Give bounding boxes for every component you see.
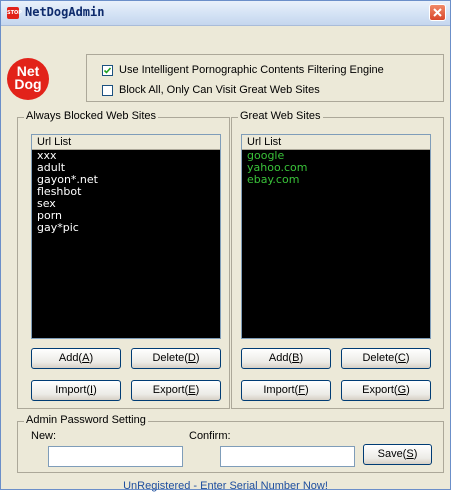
blocked-list-header[interactable]: Url List <box>32 135 220 150</box>
netdog-logo: Net Dog <box>7 58 49 100</box>
save-button[interactable]: Save(S) <box>363 444 432 465</box>
blocked-sites-title: Always Blocked Web Sites <box>24 110 159 122</box>
filter-engine-label: Use Intelligent Pornographic Contents Fi… <box>119 64 384 76</box>
options-box: Use Intelligent Pornographic Contents Fi… <box>86 54 444 102</box>
great-delete-button[interactable]: Delete(C) <box>341 348 431 369</box>
filter-engine-option[interactable]: Use Intelligent Pornographic Contents Fi… <box>102 63 384 77</box>
great-url-list[interactable]: Url List google yahoo.com ebay.com <box>241 134 431 339</box>
close-button[interactable] <box>429 4 446 21</box>
netdog-admin-window: STOP NetDogAdmin Net Dog Use Intelligent… <box>0 0 451 492</box>
confirm-password-field[interactable] <box>220 446 355 467</box>
registration-status-link[interactable]: UnRegistered - Enter Serial Number Now! <box>1 480 450 492</box>
blocked-import-button[interactable]: Import(I) <box>31 380 121 401</box>
confirm-password-label: Confirm: <box>189 430 231 442</box>
block-all-checkbox[interactable] <box>102 84 113 96</box>
filter-engine-checkbox[interactable] <box>102 64 113 76</box>
blocked-export-button[interactable]: Export(E) <box>131 380 221 401</box>
checkmark-icon <box>103 66 112 74</box>
great-export-button[interactable]: Export(G) <box>341 380 431 401</box>
url-list-item[interactable]: fleshbot <box>32 186 220 198</box>
great-list-header[interactable]: Url List <box>242 135 430 150</box>
title-bar[interactable]: STOP NetDogAdmin <box>1 1 450 26</box>
password-group-title: Admin Password Setting <box>24 414 148 426</box>
stop-sign-icon: STOP <box>7 7 22 19</box>
great-list-items: google yahoo.com ebay.com <box>242 150 430 186</box>
blocked-delete-button[interactable]: Delete(D) <box>131 348 221 369</box>
close-icon <box>433 8 442 17</box>
block-all-option[interactable]: Block All, Only Can Visit Great Web Site… <box>102 83 320 97</box>
url-list-item[interactable]: ebay.com <box>242 174 430 186</box>
blocked-url-list[interactable]: Url List xxx adult gayon*.net fleshbot sex po… <box>31 134 221 339</box>
great-sites-title: Great Web Sites <box>238 110 323 122</box>
window-title: NetDogAdmin <box>25 5 105 19</box>
great-import-button[interactable]: Import(F) <box>241 380 331 401</box>
url-list-item[interactable]: gay*pic <box>32 222 220 234</box>
blocked-list-items: xxx adult gayon*.net fleshbot sex porn gay*pic <box>32 150 220 234</box>
blocked-add-button[interactable]: Add(A) <box>31 348 121 369</box>
logo-line-2: Dog <box>14 76 42 92</box>
great-add-button[interactable]: Add(B) <box>241 348 331 369</box>
new-password-field[interactable] <box>48 446 183 467</box>
new-password-label: New: <box>31 430 57 442</box>
block-all-label: Block All, Only Can Visit Great Web Site… <box>119 84 320 96</box>
